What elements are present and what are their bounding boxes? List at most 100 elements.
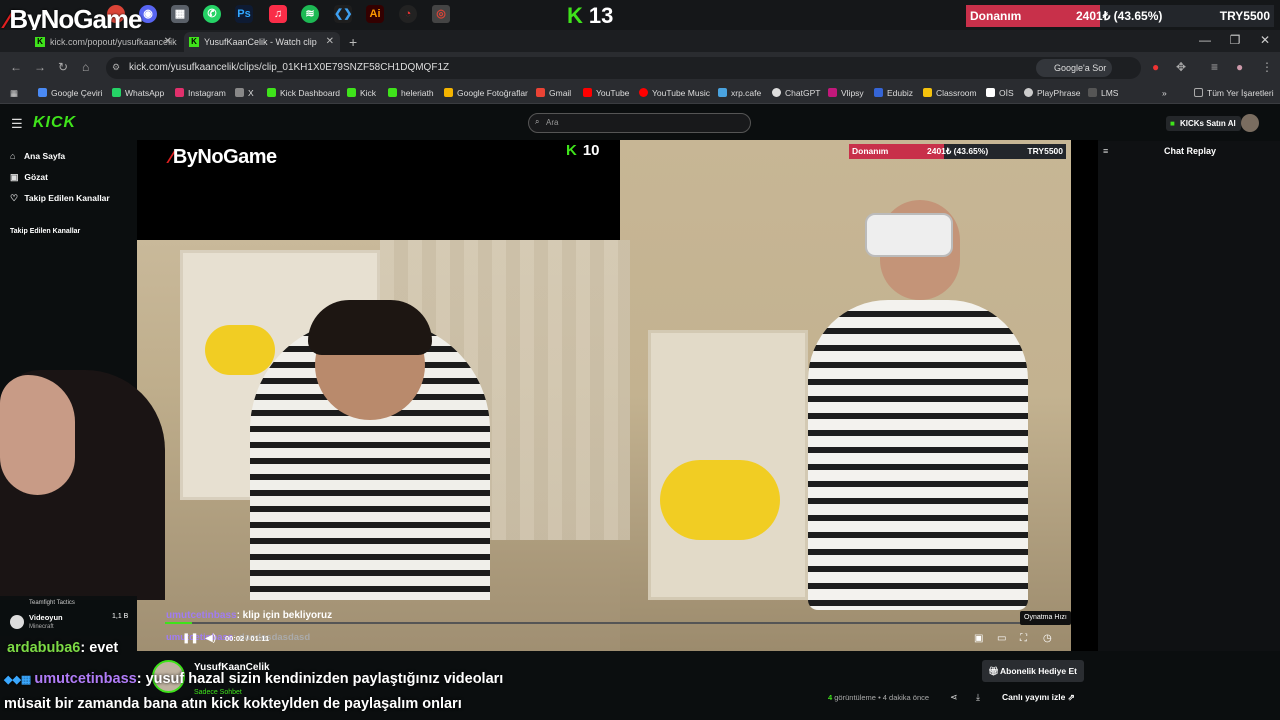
- person-center-hair: [308, 300, 432, 355]
- sidebar-item-home[interactable]: ⌂ Ana Sayfa: [10, 151, 65, 161]
- gift-icon: 🎁︎: [988, 666, 999, 676]
- media-icon[interactable]: ≡: [1211, 60, 1218, 74]
- bookmark-x[interactable]: X: [235, 88, 254, 98]
- monitor-icon[interactable]: ◔: [399, 5, 417, 23]
- hardware-target: TRY5500: [1219, 9, 1270, 23]
- search-placeholder: Ara: [546, 118, 559, 127]
- extension-icon[interactable]: ●: [1152, 60, 1159, 74]
- overlay-hardware-target: TRY5500: [1027, 146, 1063, 156]
- illustrator-icon[interactable]: Ai: [366, 5, 384, 23]
- apps-icon[interactable]: ▦: [10, 88, 18, 99]
- sidebar-channel-game: Minecraft: [29, 624, 54, 630]
- bookmark-chatgpt[interactable]: ChatGPT: [772, 88, 820, 98]
- search-icon: ⌕: [535, 117, 540, 126]
- yellow-bag-right: [660, 460, 780, 540]
- gift-subscription-button[interactable]: 🎁︎ Abonelik Hediye Et: [982, 660, 1084, 682]
- calculator-icon[interactable]: ▦: [171, 5, 189, 23]
- sidebar-channel-name[interactable]: Videoyun: [29, 613, 63, 622]
- site-info-icon[interactable]: ⚙: [112, 62, 120, 73]
- home-icon: ⌂: [10, 151, 16, 161]
- playback-speed-icon[interactable]: ◷: [1043, 633, 1052, 644]
- tab-clip[interactable]: K YusufKaanCelik - Watch clip ✕: [184, 32, 340, 52]
- home-icon[interactable]: ⌂: [82, 60, 89, 74]
- search-input[interactable]: [528, 113, 751, 133]
- vscode-icon[interactable]: ❮❯: [334, 5, 352, 23]
- buy-kicks-button[interactable]: ■ KICKs Satın Al: [1166, 116, 1241, 131]
- spotify-icon[interactable]: ≋: [301, 5, 319, 23]
- new-tab-button[interactable]: +: [344, 32, 364, 52]
- bookmark-xrp-cafe[interactable]: xrp.cafe: [718, 88, 761, 98]
- bookmarks-bar: ▦ Google Çeviri WhatsApp Instagram X Kic…: [0, 83, 1280, 104]
- tab-kick-popout[interactable]: Kkick.com/popout/yusufkaancelik ✕: [30, 32, 178, 52]
- hardware-percent: 2401₺ (43.65%): [1076, 9, 1163, 23]
- bookmark-google-photos[interactable]: Google Fotoğraflar: [444, 88, 528, 98]
- volume-icon[interactable]: ◀): [205, 633, 216, 644]
- download-icon[interactable]: ⤓: [976, 692, 980, 703]
- bookmark-gmail[interactable]: Gmail: [536, 88, 571, 98]
- chrome-active-icon[interactable]: ◎: [432, 5, 450, 23]
- chat-panel: [1098, 141, 1280, 651]
- bookmark-whatsapp[interactable]: WhatsApp: [112, 88, 164, 98]
- video-timecode: 00:02 / 01:11: [225, 634, 270, 643]
- music-icon[interactable]: ♫: [269, 5, 287, 23]
- kick-favicon-icon: K: [189, 37, 199, 47]
- collapse-chat-icon[interactable]: ≡: [1103, 146, 1108, 156]
- bookmark-ois[interactable]: OİS: [986, 88, 1014, 98]
- bookmark-lms[interactable]: LMS: [1088, 88, 1118, 98]
- bookmark-youtube[interactable]: YouTube: [583, 88, 629, 98]
- overlay-bynogame-logo: ⁄ByNoGame: [170, 146, 277, 168]
- reload-icon[interactable]: ↻: [58, 60, 68, 74]
- bookmark-playphrase[interactable]: PlayPhrase: [1024, 88, 1080, 98]
- bookmarks-overflow-icon[interactable]: »: [1162, 88, 1167, 98]
- theater-mode-icon[interactable]: ▭: [997, 633, 1006, 644]
- bookmark-edubiz[interactable]: Edubiz: [874, 88, 913, 98]
- overlay-kick-counter: K 10: [566, 142, 600, 159]
- close-window-icon[interactable]: ✕: [1250, 30, 1280, 50]
- stream-chat-line: ◆◆▦ umutcetinbass: yusuf hazal sizin ken…: [4, 671, 504, 687]
- extensions-puzzle-icon[interactable]: ✥: [1176, 60, 1186, 74]
- bookmark-classroom[interactable]: Classroom: [923, 88, 977, 98]
- bookmark-instagram[interactable]: Instagram: [175, 88, 226, 98]
- minimize-icon[interactable]: —: [1190, 30, 1220, 50]
- restore-icon[interactable]: ❐: [1220, 30, 1250, 50]
- overlay-hardware-label: Donanım: [852, 146, 889, 156]
- url-text[interactable]: kick.com/yusufkaancelik/clips/clip_01KH1…: [129, 62, 449, 73]
- profile-icon[interactable]: ●: [1236, 60, 1243, 74]
- all-bookmarks[interactable]: Tüm Yer İşaretleri: [1194, 88, 1274, 98]
- bookmark-google-translate[interactable]: Google Çeviri: [38, 88, 103, 98]
- bookmark-kick[interactable]: Kick: [347, 88, 376, 98]
- bookmark-vlipsy[interactable]: Vlipsy: [828, 88, 864, 98]
- miniplayer-icon[interactable]: ▣: [974, 633, 983, 644]
- pause-icon[interactable]: ❚❚: [182, 633, 199, 644]
- sidebar-item-browse[interactable]: ▣ Gözat: [10, 172, 48, 183]
- share-icon[interactable]: ⋖: [950, 692, 958, 703]
- whatsapp-icon[interactable]: ✆: [203, 5, 221, 23]
- channel-category[interactable]: Sadece Sohbet: [194, 689, 242, 696]
- channel-avatar[interactable]: [10, 615, 24, 629]
- following-header: Takip Edilen Kanallar: [10, 228, 81, 235]
- google-ask-button[interactable]: Google'a Sor: [1036, 59, 1113, 77]
- bookmark-youtube-music[interactable]: YouTube Music: [639, 88, 710, 98]
- hamburger-menu-icon[interactable]: ☰: [11, 116, 23, 132]
- heart-icon: ♡: [10, 193, 19, 203]
- kicks-icon: ■: [1170, 119, 1175, 128]
- bookmark-kick-dashboard[interactable]: Kick Dashboard: [267, 88, 340, 98]
- overlay-chat-line: umutcetinbass: klip için bekliyoruz: [166, 610, 333, 621]
- video-progress-bar[interactable]: [165, 622, 1070, 624]
- stream-chat-line: müsait bir zamanda bana atın kick koktey…: [4, 696, 462, 712]
- bookmark-heleriath[interactable]: heleriath: [388, 88, 434, 98]
- forward-icon[interactable]: →: [34, 60, 46, 74]
- hardware-progress-widget: Donanım 2401₺ (43.65%) TRY5500: [966, 5, 1274, 27]
- photoshop-icon[interactable]: Ps: [235, 5, 253, 23]
- user-avatar[interactable]: [1241, 114, 1259, 132]
- close-tab-icon[interactable]: ✕: [164, 32, 172, 52]
- menu-icon[interactable]: ⋮: [1261, 60, 1273, 74]
- close-tab-icon[interactable]: ✕: [326, 32, 334, 52]
- back-icon[interactable]: ←: [10, 60, 22, 74]
- kick-logo[interactable]: KICK: [33, 114, 76, 132]
- window-controls: — ❐ ✕: [1190, 30, 1280, 52]
- fullscreen-icon[interactable]: ⛶: [1020, 633, 1027, 644]
- sidebar-item-following[interactable]: ♡ Takip Edilen Kanallar: [10, 193, 110, 204]
- browse-icon: ▣: [10, 172, 19, 182]
- watch-live-button[interactable]: Canlı yayını izle ⇗: [1002, 692, 1075, 703]
